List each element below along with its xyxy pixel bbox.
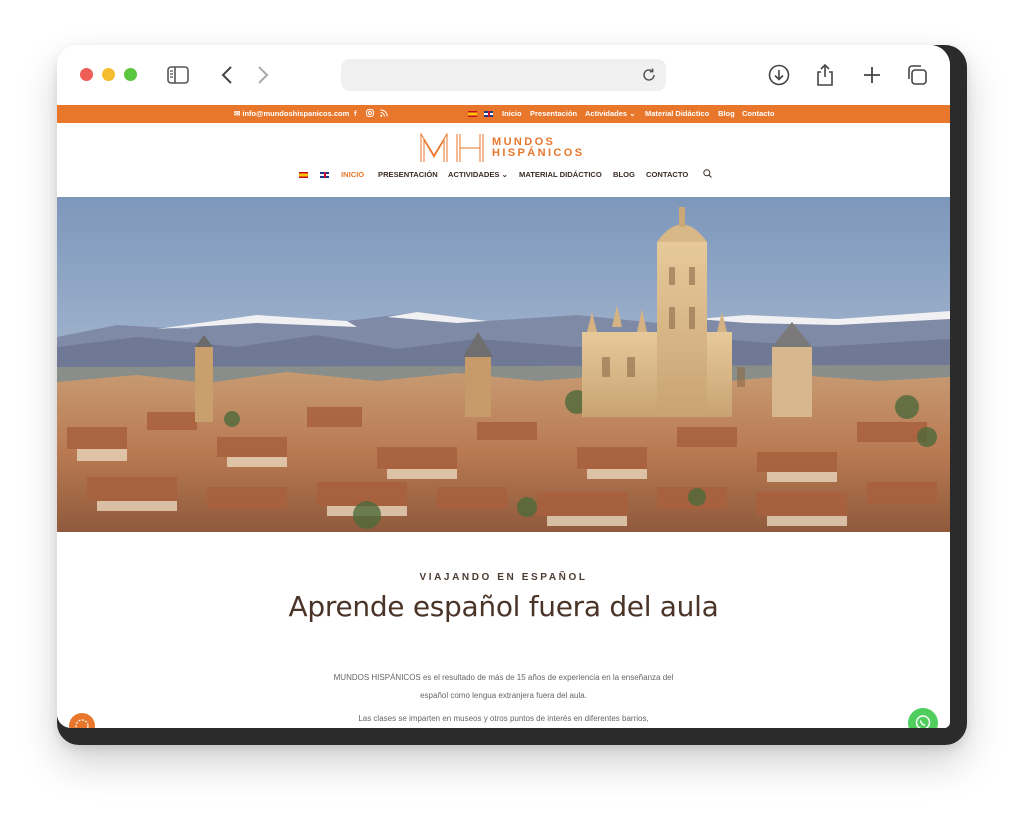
share-icon[interactable] (812, 62, 838, 88)
top-nav-contacto[interactable]: Contacto (742, 109, 775, 119)
close-window-button[interactable] (80, 68, 93, 81)
nav-flag-english[interactable] (320, 170, 329, 179)
intro-paragraph-line-1: MUNDOS HISPÁNICOS es el resultado de más… (333, 673, 674, 682)
nav-item-blog[interactable]: BLOG (613, 170, 635, 179)
chevron-down-icon: ⌄ (501, 170, 508, 179)
search-icon[interactable] (703, 169, 712, 180)
accessibility-icon (75, 719, 89, 728)
download-icon[interactable] (766, 62, 792, 88)
address-bar[interactable] (341, 59, 666, 91)
top-flag-spanish[interactable] (468, 109, 477, 119)
reload-icon[interactable] (640, 66, 658, 84)
top-nav-blog[interactable]: Blog (718, 109, 735, 119)
logo-mark (420, 133, 484, 162)
nav-item-actividades[interactable]: ACTIVIDADES ⌄ (448, 170, 508, 179)
site-logo[interactable]: MUNDOS HISPÁNICOS (420, 133, 584, 163)
top-info-bar: ✉ info@mundoshispanicos.com f Inicio Pre… (57, 105, 950, 123)
top-nav-material[interactable]: Material Didáctico (645, 109, 709, 119)
top-nav-presentacion[interactable]: Presentación (530, 109, 577, 119)
top-email-link[interactable]: ✉ info@mundoshispanicos.com (234, 109, 349, 119)
forward-icon[interactable] (250, 62, 276, 88)
intro-section: VIAJANDO EN ESPAÑOL Aprende español fuer… (57, 532, 950, 728)
tabs-icon[interactable] (904, 62, 930, 88)
top-nav-inicio[interactable]: Inicio (502, 109, 522, 119)
intro-paragraph-2-line-1: Las clases se imparten en museos y otros… (358, 714, 649, 723)
top-nav-actividades-label: Actividades (585, 109, 628, 118)
back-icon[interactable] (214, 62, 240, 88)
sidebar-icon[interactable] (165, 62, 191, 88)
zoom-window-button[interactable] (124, 68, 137, 81)
accessibility-button[interactable] (69, 713, 95, 728)
hero-image (57, 197, 950, 532)
chevron-down-icon: ⌄ (629, 109, 636, 118)
top-nav-actividades[interactable]: Actividades ⌄ (585, 109, 636, 119)
nav-item-material[interactable]: MATERIAL DIDÁCTICO (519, 170, 602, 179)
nav-item-inicio[interactable]: INICIO (341, 170, 364, 179)
facebook-icon[interactable]: f (354, 109, 357, 119)
nav-item-contacto[interactable]: CONTACTO (646, 170, 688, 179)
mail-icon: ✉ (234, 109, 241, 118)
instagram-icon[interactable] (366, 109, 374, 120)
whatsapp-icon (915, 715, 931, 728)
new-tab-icon[interactable] (859, 62, 885, 88)
section-eyebrow: VIAJANDO EN ESPAÑOL (419, 572, 588, 583)
site-header: MUNDOS HISPÁNICOS INICIO PRESENTACIÓN AC… (57, 123, 950, 197)
section-heading: Aprende español fuera del aula (288, 590, 719, 623)
top-flag-english[interactable] (484, 109, 493, 119)
nav-item-actividades-label: ACTIVIDADES (448, 170, 500, 179)
nav-item-presentacion[interactable]: PRESENTACIÓN (378, 170, 438, 179)
intro-paragraph-line-2: español como lengua extranjera fuera del… (420, 691, 587, 700)
browser-toolbar (57, 45, 950, 105)
minimize-window-button[interactable] (102, 68, 115, 81)
email-text: info@mundoshispanicos.com (242, 109, 350, 118)
rss-icon[interactable] (380, 109, 388, 120)
browser-window: ✉ info@mundoshispanicos.com f Inicio Pre… (57, 45, 950, 728)
logo-line-2: HISPÁNICOS (492, 147, 585, 159)
nav-flag-spanish[interactable] (299, 170, 308, 179)
